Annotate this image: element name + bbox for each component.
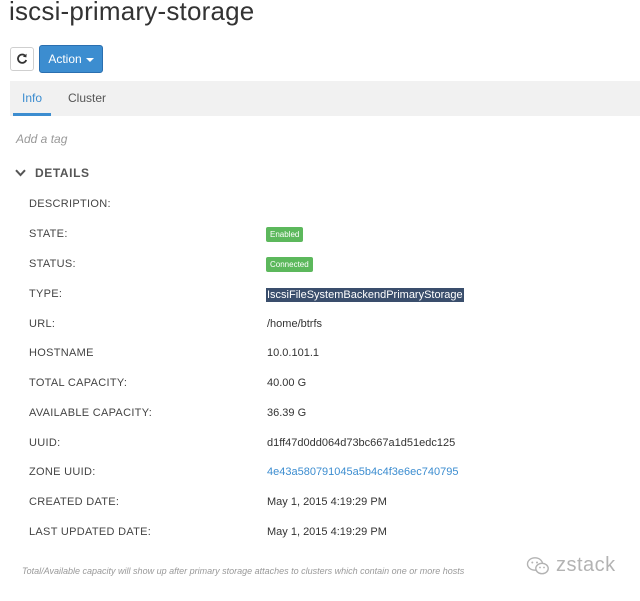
uuid-value: d1ff47d0dd064d73bc667a1d51edc125 (267, 437, 456, 449)
total-capacity-value: 40.00 G (267, 377, 307, 389)
hostname-value: 10.0.101.1 (267, 347, 319, 359)
watermark: zstack (526, 554, 616, 577)
available-capacity-label: AVAILABLE CAPACITY: (29, 407, 153, 419)
storage-detail-page: iscsi-primary-storage Action Info Cluste… (0, 0, 640, 601)
created-date-label: CREATED DATE: (29, 496, 120, 508)
last-updated-date-label: LAST UPDATED DATE: (29, 526, 152, 538)
detail-row-type: TYPE: IscsiFileSystemBackendPrimaryStora… (0, 286, 640, 306)
detail-row-status: STATUS: Connected (0, 256, 640, 276)
detail-row-total-capacity: TOTAL CAPACITY: 40.00 G (0, 375, 640, 395)
tab-cluster[interactable]: Cluster (68, 81, 106, 116)
status-label: STATUS: (29, 258, 76, 270)
total-capacity-label: TOTAL CAPACITY: (29, 377, 128, 389)
action-button-label: Action (48, 52, 82, 66)
uuid-label: UUID: (29, 437, 61, 449)
refresh-icon (17, 53, 28, 64)
detail-row-state: STATE: Enabled (0, 226, 640, 246)
url-value: /home/btrfs (267, 318, 323, 330)
details-section-toggle[interactable]: DETAILS (15, 165, 90, 181)
details-section-title: DETAILS (35, 166, 90, 180)
zone-uuid-label: ZONE UUID: (29, 466, 96, 478)
add-tag-link[interactable]: Add a tag (16, 132, 67, 146)
type-value: IscsiFileSystemBackendPrimaryStorage (266, 288, 464, 302)
state-label: STATE: (29, 228, 68, 240)
detail-row-description: DESCRIPTION: (0, 196, 640, 216)
detail-row-zone-uuid: ZONE UUID: 4e43a580791045a5b4c4f3e6ec740… (0, 464, 640, 484)
detail-row-url: URL: /home/btrfs (0, 316, 640, 336)
caret-down-icon (85, 58, 94, 62)
status-badge: Connected (266, 257, 313, 272)
url-label: URL: (29, 318, 56, 330)
type-label: TYPE: (29, 288, 63, 300)
hostname-label: HOSTNAME (29, 347, 94, 359)
available-capacity-value: 36.39 G (267, 407, 307, 419)
detail-row-uuid: UUID: d1ff47d0dd064d73bc667a1d51edc125 (0, 435, 640, 455)
description-label: DESCRIPTION: (29, 198, 111, 210)
created-date-value: May 1, 2015 4:19:29 PM (267, 496, 387, 508)
state-badge: Enabled (266, 227, 304, 242)
chevron-down-icon (15, 169, 26, 177)
wechat-icon (526, 556, 549, 574)
zone-uuid-link[interactable]: 4e43a580791045a5b4c4f3e6ec740795 (267, 466, 458, 478)
watermark-text: zstack (556, 554, 616, 576)
refresh-button[interactable] (10, 47, 34, 71)
detail-row-hostname: HOSTNAME 10.0.101.1 (0, 345, 640, 365)
tab-info[interactable]: Info (13, 81, 51, 116)
detail-row-created-date: CREATED DATE: May 1, 2015 4:19:29 PM (0, 494, 640, 514)
page-title: iscsi-primary-storage (9, 0, 255, 26)
action-dropdown-button[interactable]: Action (39, 45, 103, 73)
tab-bar: Info Cluster (10, 81, 640, 116)
capacity-footnote: Total/Available capacity will show up af… (22, 566, 465, 576)
last-updated-date-value: May 1, 2015 4:19:29 PM (267, 526, 387, 538)
detail-row-available-capacity: AVAILABLE CAPACITY: 36.39 G (0, 405, 640, 425)
detail-row-last-updated-date: LAST UPDATED DATE: May 1, 2015 4:19:29 P… (0, 524, 640, 544)
